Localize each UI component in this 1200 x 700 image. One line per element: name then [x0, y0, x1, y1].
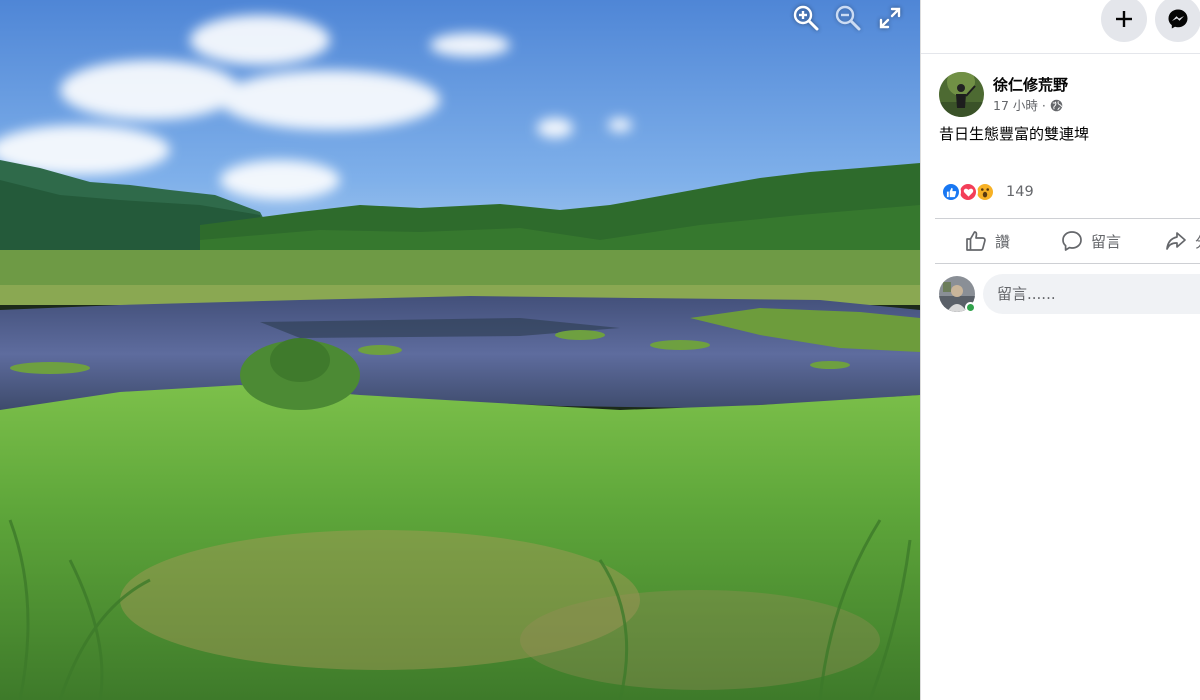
- current-user-avatar[interactable]: [939, 276, 976, 313]
- create-button[interactable]: [1101, 0, 1147, 42]
- post-side-panel: 徐仁修荒野 17 小時 · 昔日生態豐富的雙連埤 149 讚 留言 留言....…: [920, 0, 1200, 700]
- share-label: 分: [1195, 231, 1200, 252]
- post-text: 昔日生態豐富的雙連埤: [939, 125, 1090, 143]
- comment-icon: [1062, 231, 1082, 251]
- post-actions-bar: 讚 留言 分: [935, 218, 1200, 264]
- thumbs-up-icon: [966, 231, 986, 251]
- plus-icon: [1116, 11, 1132, 27]
- comment-input[interactable]: [983, 274, 1200, 314]
- like-reaction-icon: [941, 182, 961, 202]
- wow-reaction-icon: [975, 182, 995, 202]
- photo-viewer: [0, 0, 920, 700]
- author-avatar[interactable]: [939, 72, 984, 117]
- love-reaction-icon: [958, 182, 978, 202]
- zoom-out-icon: [835, 5, 861, 31]
- comment-label: 留言: [1091, 232, 1122, 251]
- reactions-summary[interactable]: 149: [941, 182, 1034, 202]
- fullscreen-button[interactable]: [874, 4, 906, 32]
- share-icon: [1166, 232, 1186, 250]
- author-name[interactable]: 徐仁修荒野: [993, 75, 1068, 95]
- messenger-button[interactable]: [1155, 0, 1200, 42]
- messenger-icon: [1168, 9, 1188, 29]
- share-button[interactable]: 分: [1165, 219, 1200, 263]
- zoom-in-icon: [793, 5, 819, 31]
- globe-icon: [1050, 99, 1063, 112]
- comment-composer: [939, 274, 1200, 314]
- post-header: 徐仁修荒野 17 小時 ·: [939, 72, 1068, 117]
- fullscreen-icon: [879, 7, 901, 29]
- comment-button[interactable]: 留言: [1061, 219, 1121, 263]
- like-button[interactable]: 讚: [965, 219, 1010, 263]
- reaction-count[interactable]: 149: [1006, 184, 1034, 200]
- like-label: 讚: [995, 232, 1011, 251]
- zoom-in-button[interactable]: [790, 4, 822, 32]
- post-timestamp[interactable]: 17 小時: [993, 97, 1038, 115]
- zoom-out-button[interactable]: [832, 4, 864, 32]
- time-separator: ·: [1041, 97, 1046, 113]
- online-status-dot: [965, 302, 976, 313]
- wetland-photo: [0, 0, 920, 700]
- top-bar: [921, 0, 1200, 54]
